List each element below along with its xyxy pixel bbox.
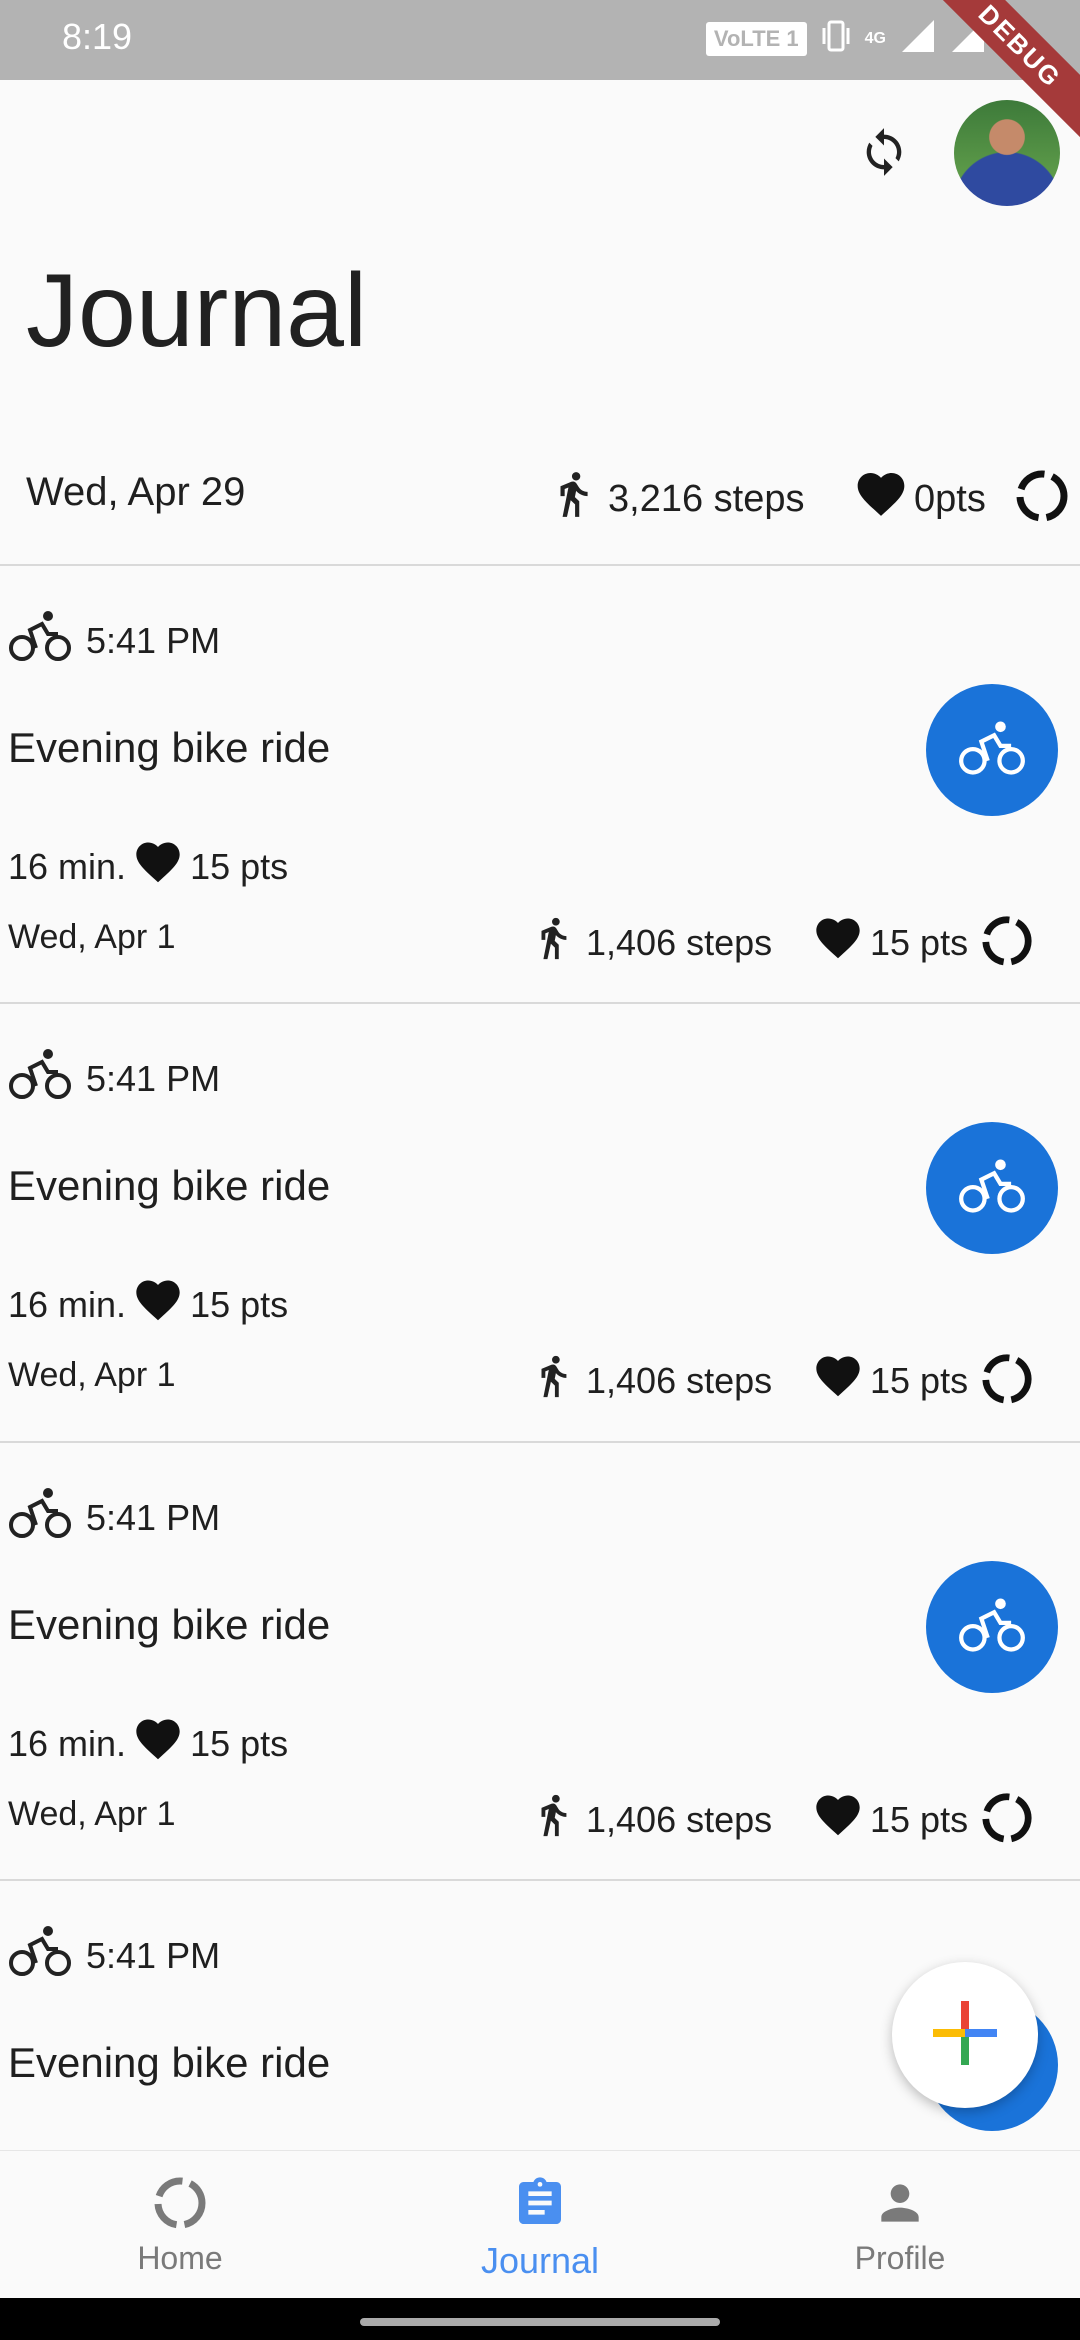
- nav-profile[interactable]: Profile: [800, 2175, 1000, 2277]
- day-summary-steps: 3,216 steps: [548, 466, 804, 532]
- entry-steps-label: 1,406 steps: [586, 1798, 773, 1840]
- entry-day-points: 15 pts: [810, 1350, 968, 1411]
- entry-date: Wed, Apr 1: [8, 1356, 176, 1394]
- status-time: 8:19: [62, 16, 133, 57]
- heart-icon: [810, 1350, 866, 1411]
- entry-date: Wed, Apr 1: [8, 918, 176, 956]
- entry-steps: 1,406 steps: [530, 1350, 772, 1411]
- bike-icon: [8, 1046, 72, 1111]
- heart-icon: [130, 1713, 186, 1774]
- bike-icon: [8, 1485, 72, 1550]
- nav-journal-label: Journal: [480, 2240, 600, 2281]
- entry-duration: 16 min.: [8, 845, 127, 887]
- entry-duration-row: 16 min. 15 pts: [8, 1274, 288, 1335]
- entry-time: 5:41 PM: [8, 1485, 220, 1550]
- day-summary-date: Wed, Apr 29: [26, 470, 246, 514]
- entry-points: 15 pts: [190, 1722, 289, 1764]
- journal-entry[interactable]: 5:41 PM Evening bike ride 16 min. 15 pts…: [0, 566, 1080, 1004]
- entry-title: Evening bike ride: [8, 1162, 331, 1209]
- bike-icon: [958, 1595, 1026, 1660]
- signal-icon: [900, 18, 936, 59]
- entry-time-label: 5:41 PM: [86, 1057, 221, 1099]
- vibrate-icon: [821, 18, 851, 59]
- gesture-bar: [0, 2298, 1080, 2340]
- journal-entry[interactable]: 5:41 PM Evening bike ride 16 min. 15 pts…: [0, 1443, 1080, 1881]
- gesture-handle[interactable]: [360, 2318, 720, 2326]
- sync-icon: [858, 126, 910, 183]
- heart-icon: [130, 1274, 186, 1335]
- person-icon: [872, 2184, 928, 2235]
- avatar[interactable]: [954, 100, 1060, 206]
- day-steps-label: 3,216 steps: [608, 477, 805, 520]
- volte-badge: VoLTE 1: [705, 21, 807, 56]
- bike-icon: [8, 1923, 72, 1988]
- walking-icon: [548, 466, 598, 532]
- activity-badge[interactable]: [926, 1122, 1058, 1254]
- entry-duration-row: 16 min. 15 pts: [8, 836, 288, 897]
- heart-icon: [130, 836, 186, 897]
- bike-icon: [958, 1156, 1026, 1221]
- entry-day-points-label: 15 pts: [870, 1359, 969, 1401]
- entry-day-points-label: 15 pts: [870, 1798, 969, 1840]
- entry-time-label: 5:41 PM: [86, 619, 221, 661]
- entry-steps: 1,406 steps: [530, 1789, 772, 1850]
- entry-title: Evening bike ride: [8, 2039, 331, 2086]
- entry-day-points: 15 pts: [810, 912, 968, 973]
- entry-steps-label: 1,406 steps: [586, 1359, 773, 1401]
- entry-steps: 1,406 steps: [530, 912, 772, 973]
- entry-time-label: 5:41 PM: [86, 1496, 221, 1538]
- day-summary-row[interactable]: Wed, Apr 29 3,216 steps 0pts: [0, 450, 1080, 564]
- entry-points: 15 pts: [190, 1283, 289, 1325]
- goal-ring-icon: [980, 1352, 1034, 1411]
- nav-profile-label: Profile: [854, 2240, 946, 2276]
- activity-badge[interactable]: [926, 684, 1058, 816]
- heart-icon: [852, 466, 910, 532]
- goal-ring-icon: [1014, 468, 1070, 529]
- clipboard-icon: [512, 2177, 568, 2235]
- entry-date: Wed, Apr 1: [8, 1795, 176, 1833]
- entry-day-points-label: 15 pts: [870, 921, 969, 963]
- journal-entry[interactable]: 5:41 PM Evening bike ride 16 min. 15 pts…: [0, 1004, 1080, 1442]
- goal-ring-icon: [980, 1791, 1034, 1850]
- activity-badge[interactable]: [926, 1561, 1058, 1693]
- entry-time: 5:41 PM: [8, 1923, 220, 1988]
- bike-icon: [8, 608, 72, 673]
- add-activity-button[interactable]: [892, 1962, 1038, 2108]
- walking-icon: [530, 1350, 576, 1411]
- entry-duration-row: 16 min. 15 pts: [8, 1713, 288, 1774]
- nav-home-label: Home: [137, 2240, 223, 2276]
- nav-journal[interactable]: Journal: [440, 2175, 640, 2282]
- bike-icon: [958, 718, 1026, 783]
- sync-button[interactable]: [852, 122, 916, 186]
- entry-steps-label: 1,406 steps: [586, 921, 773, 963]
- goal-ring-icon: [980, 914, 1034, 973]
- entry-title: Evening bike ride: [8, 1601, 331, 1648]
- walking-icon: [530, 1789, 576, 1850]
- entry-day-points: 15 pts: [810, 1789, 968, 1850]
- entry-time: 5:41 PM: [8, 608, 220, 673]
- entry-title: Evening bike ride: [8, 724, 331, 771]
- entry-duration: 16 min.: [8, 1283, 127, 1325]
- status-bar: 8:19 VoLTE 1 4G DEBUG: [0, 0, 1080, 154]
- home-ring-icon: [152, 2177, 208, 2235]
- entry-time: 5:41 PM: [8, 1046, 220, 1111]
- nav-home[interactable]: Home: [80, 2175, 280, 2277]
- page-title: Journal: [26, 253, 368, 369]
- entry-time-label: 5:41 PM: [86, 1934, 221, 1976]
- day-points-label: 0pts: [914, 477, 986, 520]
- entry-duration: 16 min.: [8, 1722, 127, 1764]
- heart-icon: [810, 1789, 866, 1850]
- bottom-nav: Home Journal Profile: [0, 2150, 1080, 2299]
- entry-points: 15 pts: [190, 845, 289, 887]
- heart-icon: [810, 912, 866, 973]
- day-summary-points: 0pts: [852, 466, 986, 532]
- network-type-label: 4G: [864, 29, 886, 47]
- plus-icon: [929, 1997, 1001, 2074]
- walking-icon: [530, 912, 576, 973]
